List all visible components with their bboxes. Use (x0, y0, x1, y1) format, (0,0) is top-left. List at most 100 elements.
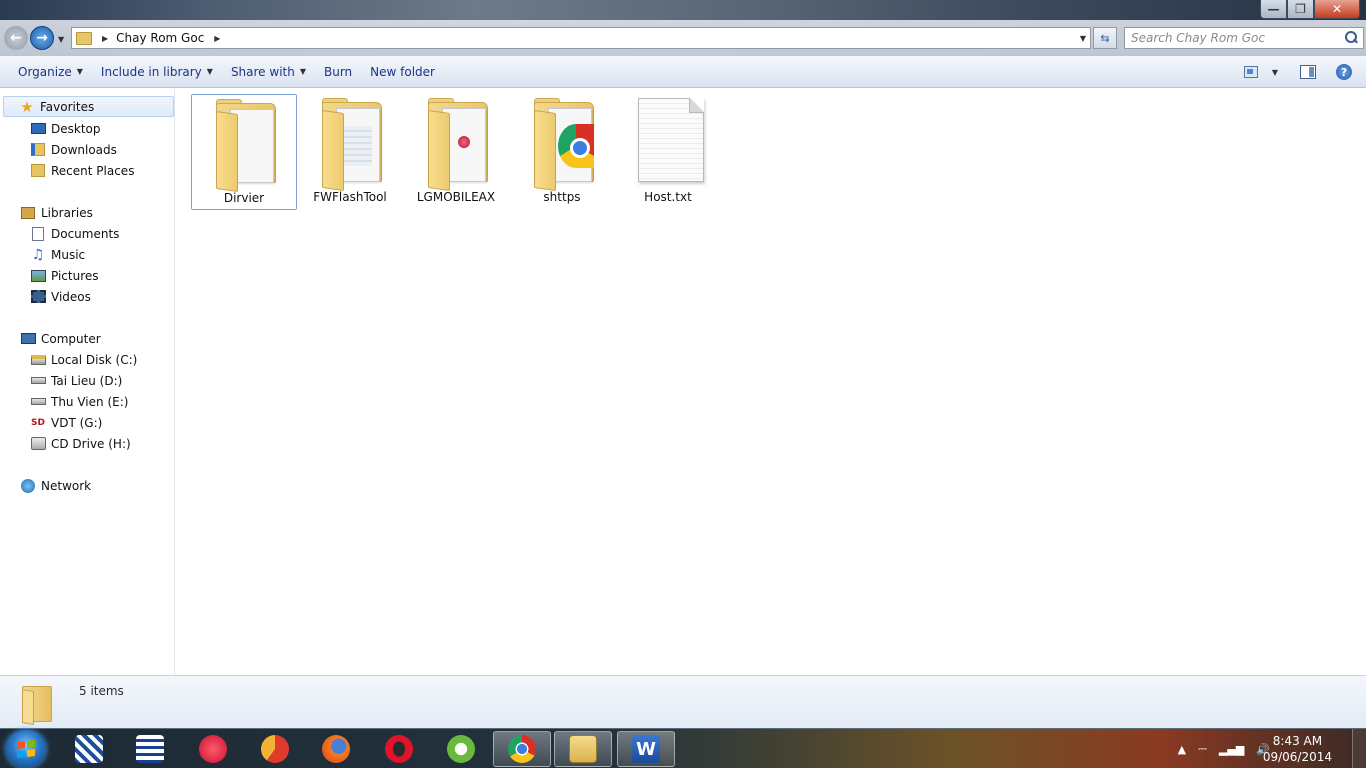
file-list[interactable]: Dirvier FWFlashTool LGMOBILEAX shttps Ho… (176, 89, 1366, 675)
organize-button[interactable]: Organize ▼ (9, 60, 92, 84)
firefox-icon (322, 735, 350, 763)
nav-item-local-disk-c[interactable]: Local Disk (C:) (30, 349, 137, 370)
taskbar-chrome[interactable] (493, 731, 551, 767)
chevron-right-icon[interactable]: ▶ (102, 34, 108, 43)
help-icon[interactable]: ? (1336, 64, 1352, 80)
taskbar: W ▲ ⎓ ▂▄▆ 🔊 8:43 AM 09/06/2014 (0, 728, 1366, 768)
nav-item-label: Local Disk (C:) (51, 352, 138, 367)
breadcrumb-current[interactable]: Chay Rom Goc (116, 31, 204, 45)
taskbar-lg-tool[interactable] (184, 731, 242, 767)
taskbar-firefox[interactable] (307, 731, 365, 767)
file-item-folder[interactable]: shttps (509, 94, 615, 210)
new-folder-button[interactable]: New folder (361, 60, 444, 84)
include-in-library-label: Include in library (100, 64, 202, 79)
show-hidden-icons-icon[interactable]: ▲ (1178, 743, 1186, 756)
file-name: Dirvier (223, 191, 265, 205)
nav-item-label: Thu Vien (E:) (51, 394, 129, 409)
clock[interactable]: 8:43 AM 09/06/2014 (1263, 733, 1332, 765)
desktop-icon (30, 121, 46, 137)
taskbar-coc-coc[interactable] (432, 731, 490, 767)
cd-drive-icon (30, 436, 46, 452)
nav-item-music[interactable]: ♫ Music (30, 244, 85, 265)
nav-item-label: Documents (51, 226, 120, 241)
clock-time: 8:43 AM (1272, 734, 1323, 748)
signal-strength-icon[interactable]: ▂▄▆ (1219, 743, 1244, 756)
nav-network[interactable]: Network (20, 475, 91, 496)
nav-favorites[interactable]: ★ Favorites (3, 96, 174, 117)
taskbar-tweak-tool[interactable] (60, 731, 118, 767)
details-pane: 5 items (0, 675, 1366, 728)
folder-icon (418, 96, 494, 192)
close-button[interactable]: ✕ (1314, 0, 1360, 19)
taskbar-ccleaner[interactable] (246, 731, 304, 767)
nav-item-desktop[interactable]: Desktop (30, 118, 101, 139)
view-options-dropdown[interactable]: ▼ (1272, 68, 1278, 77)
burn-label: Burn (324, 64, 353, 79)
nav-item-label: Recent Places (51, 163, 135, 178)
file-item-text[interactable]: Host.txt (615, 94, 721, 210)
address-bar[interactable]: ▶ Chay Rom Goc ▶ ▼ (71, 27, 1091, 49)
word-icon: W (632, 735, 660, 763)
file-item-folder[interactable]: Dirvier (191, 94, 297, 210)
nav-item-thu-vien-e[interactable]: Thu Vien (E:) (30, 391, 128, 412)
nav-item-recent-places[interactable]: Recent Places (30, 160, 134, 181)
share-with-button[interactable]: Share with ▼ (222, 60, 315, 84)
nav-item-pictures[interactable]: Pictures (30, 265, 99, 286)
nav-item-label: CD Drive (H:) (51, 436, 131, 451)
chevron-down-icon: ▼ (206, 67, 213, 76)
ccleaner-icon (261, 735, 289, 763)
lg-logo-icon (199, 735, 227, 763)
nav-computer[interactable]: Computer (20, 328, 101, 349)
navigation-pane: ★ Favorites Desktop Downloads Recent Pla… (0, 89, 175, 675)
forward-button[interactable]: → (30, 26, 54, 50)
nav-item-vdt-g[interactable]: SD VDT (G:) (30, 412, 102, 433)
nav-item-downloads[interactable]: Downloads (30, 139, 117, 160)
sd-card-icon: SD (31, 417, 45, 428)
network-icon (20, 478, 36, 494)
search-input[interactable] (1131, 31, 1344, 45)
chevron-right-icon[interactable]: ▶ (214, 34, 220, 43)
safely-remove-hardware-icon[interactable]: ⎓ (1198, 742, 1207, 756)
taskbar-windows-explorer[interactable] (554, 731, 612, 767)
start-button[interactable] (6, 730, 46, 768)
maximize-button[interactable]: ❐ (1287, 0, 1314, 19)
nav-item-videos[interactable]: Videos (30, 286, 91, 307)
nav-item-label: Music (51, 247, 86, 262)
include-in-library-button[interactable]: Include in library ▼ (92, 60, 222, 84)
coc-coc-icon (447, 735, 475, 763)
hard-drive-icon (30, 394, 46, 410)
taskbar-app-list[interactable] (121, 731, 179, 767)
list-app-icon (136, 735, 164, 763)
file-item-folder[interactable]: LGMOBILEAX (403, 94, 509, 210)
burn-button[interactable]: Burn (315, 60, 361, 84)
search-icon[interactable] (1344, 31, 1357, 45)
recent-pages-dropdown[interactable]: ▼ (58, 35, 64, 44)
folder-icon (206, 97, 282, 193)
nav-computer-label: Computer (41, 331, 101, 346)
back-button[interactable]: ← (4, 26, 28, 50)
search-box[interactable] (1124, 27, 1364, 49)
minimize-button[interactable]: — (1260, 0, 1287, 19)
item-count: 5 items (79, 684, 124, 698)
documents-icon (30, 226, 46, 242)
new-folder-label: New folder (370, 64, 435, 79)
taskbar-opera[interactable] (370, 731, 428, 767)
show-desktop-button[interactable] (1352, 729, 1366, 768)
pictures-icon (30, 268, 46, 284)
nav-libraries[interactable]: Libraries (20, 202, 93, 223)
folder-icon (524, 96, 600, 192)
file-item-folder[interactable]: FWFlashTool (297, 94, 403, 210)
nav-item-label: Downloads (51, 142, 117, 157)
text-file-icon (630, 96, 706, 186)
nav-item-label: Pictures (51, 268, 99, 283)
nav-item-cd-drive-h[interactable]: CD Drive (H:) (30, 433, 131, 454)
address-history-dropdown[interactable]: ▼ (1080, 34, 1086, 43)
preview-pane-icon[interactable] (1300, 65, 1316, 79)
change-view-icon[interactable] (1243, 66, 1258, 78)
nav-item-tai-lieu-d[interactable]: Tai Lieu (D:) (30, 370, 122, 391)
nav-item-documents[interactable]: Documents (30, 223, 119, 244)
videos-icon (30, 289, 46, 305)
taskbar-microsoft-word[interactable]: W (617, 731, 675, 767)
refresh-button[interactable]: ⇆ (1093, 27, 1117, 49)
hard-drive-icon (30, 373, 46, 389)
